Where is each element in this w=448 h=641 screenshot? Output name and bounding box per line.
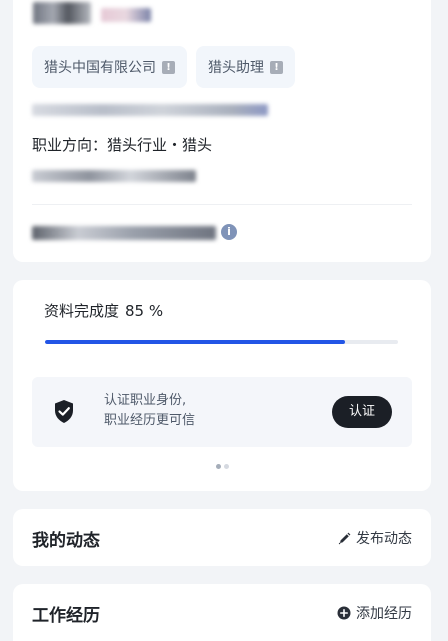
blurred-user-name	[33, 2, 91, 24]
pager-dot[interactable]	[224, 464, 229, 469]
info-icon[interactable]: i	[221, 224, 237, 240]
shield-check-icon	[55, 400, 73, 423]
verify-banner[interactable]: 认证职业身份, 职业经历更可信 认证	[32, 377, 412, 447]
pager-dot-active[interactable]	[216, 464, 221, 469]
verify-button[interactable]: 认证	[332, 396, 392, 428]
profile-page: 猎头中国有限公司 ! 猎头助理 ! 职业方向：猎头行业・猎头 i 资料完成度 85…	[0, 0, 448, 641]
company-tag[interactable]: 猎头中国有限公司 !	[32, 46, 187, 88]
add-experience-label: 添加经历	[356, 606, 412, 622]
blurred-contact-line	[32, 104, 268, 116]
experience-card: 工作经历 添加经历	[13, 584, 431, 641]
profile-tags: 猎头中国有限公司 ! 猎头助理 !	[32, 46, 295, 88]
verify-text: 认证职业身份, 职业经历更可信	[104, 391, 195, 431]
career-direction: 职业方向：猎头行业・猎头	[32, 136, 213, 154]
add-experience-button[interactable]: 添加经历	[337, 603, 412, 623]
completion-percent: 85 %	[125, 302, 164, 320]
company-tag-label: 猎头中国有限公司	[44, 60, 156, 76]
verify-line-2: 职业经历更可信	[104, 413, 196, 428]
publish-moment-label: 发布动态	[356, 531, 412, 547]
plus-circle-icon	[337, 606, 351, 620]
blurred-id-line	[32, 226, 216, 240]
completion-progress-bar	[45, 340, 398, 344]
completion-card: 资料完成度 85 % 认证职业身份, 职业经历更可信 认证	[13, 280, 431, 491]
position-tag-label: 猎头助理	[208, 60, 264, 76]
verify-line-1: 认证职业身份,	[104, 393, 187, 408]
blurred-detail-line	[32, 170, 196, 182]
profile-card: 猎头中国有限公司 ! 猎头助理 ! 职业方向：猎头行业・猎头 i	[13, 0, 431, 262]
moments-card: 我的动态 发布动态	[13, 509, 431, 566]
warning-badge-icon: !	[270, 60, 283, 74]
completion-label: 资料完成度 85 %	[44, 300, 163, 321]
moments-title: 我的动态	[32, 531, 100, 551]
position-tag[interactable]: 猎头助理 !	[196, 46, 295, 88]
warning-badge-icon: !	[162, 60, 175, 74]
publish-moment-button[interactable]: 发布动态	[338, 528, 412, 548]
blurred-user-meta	[101, 8, 151, 22]
completion-title: 资料完成度	[44, 302, 120, 320]
carousel-pager	[216, 464, 229, 469]
divider	[32, 204, 412, 205]
experience-title: 工作经历	[32, 606, 100, 626]
pencil-icon	[338, 532, 351, 544]
completion-progress-fill	[45, 340, 346, 344]
